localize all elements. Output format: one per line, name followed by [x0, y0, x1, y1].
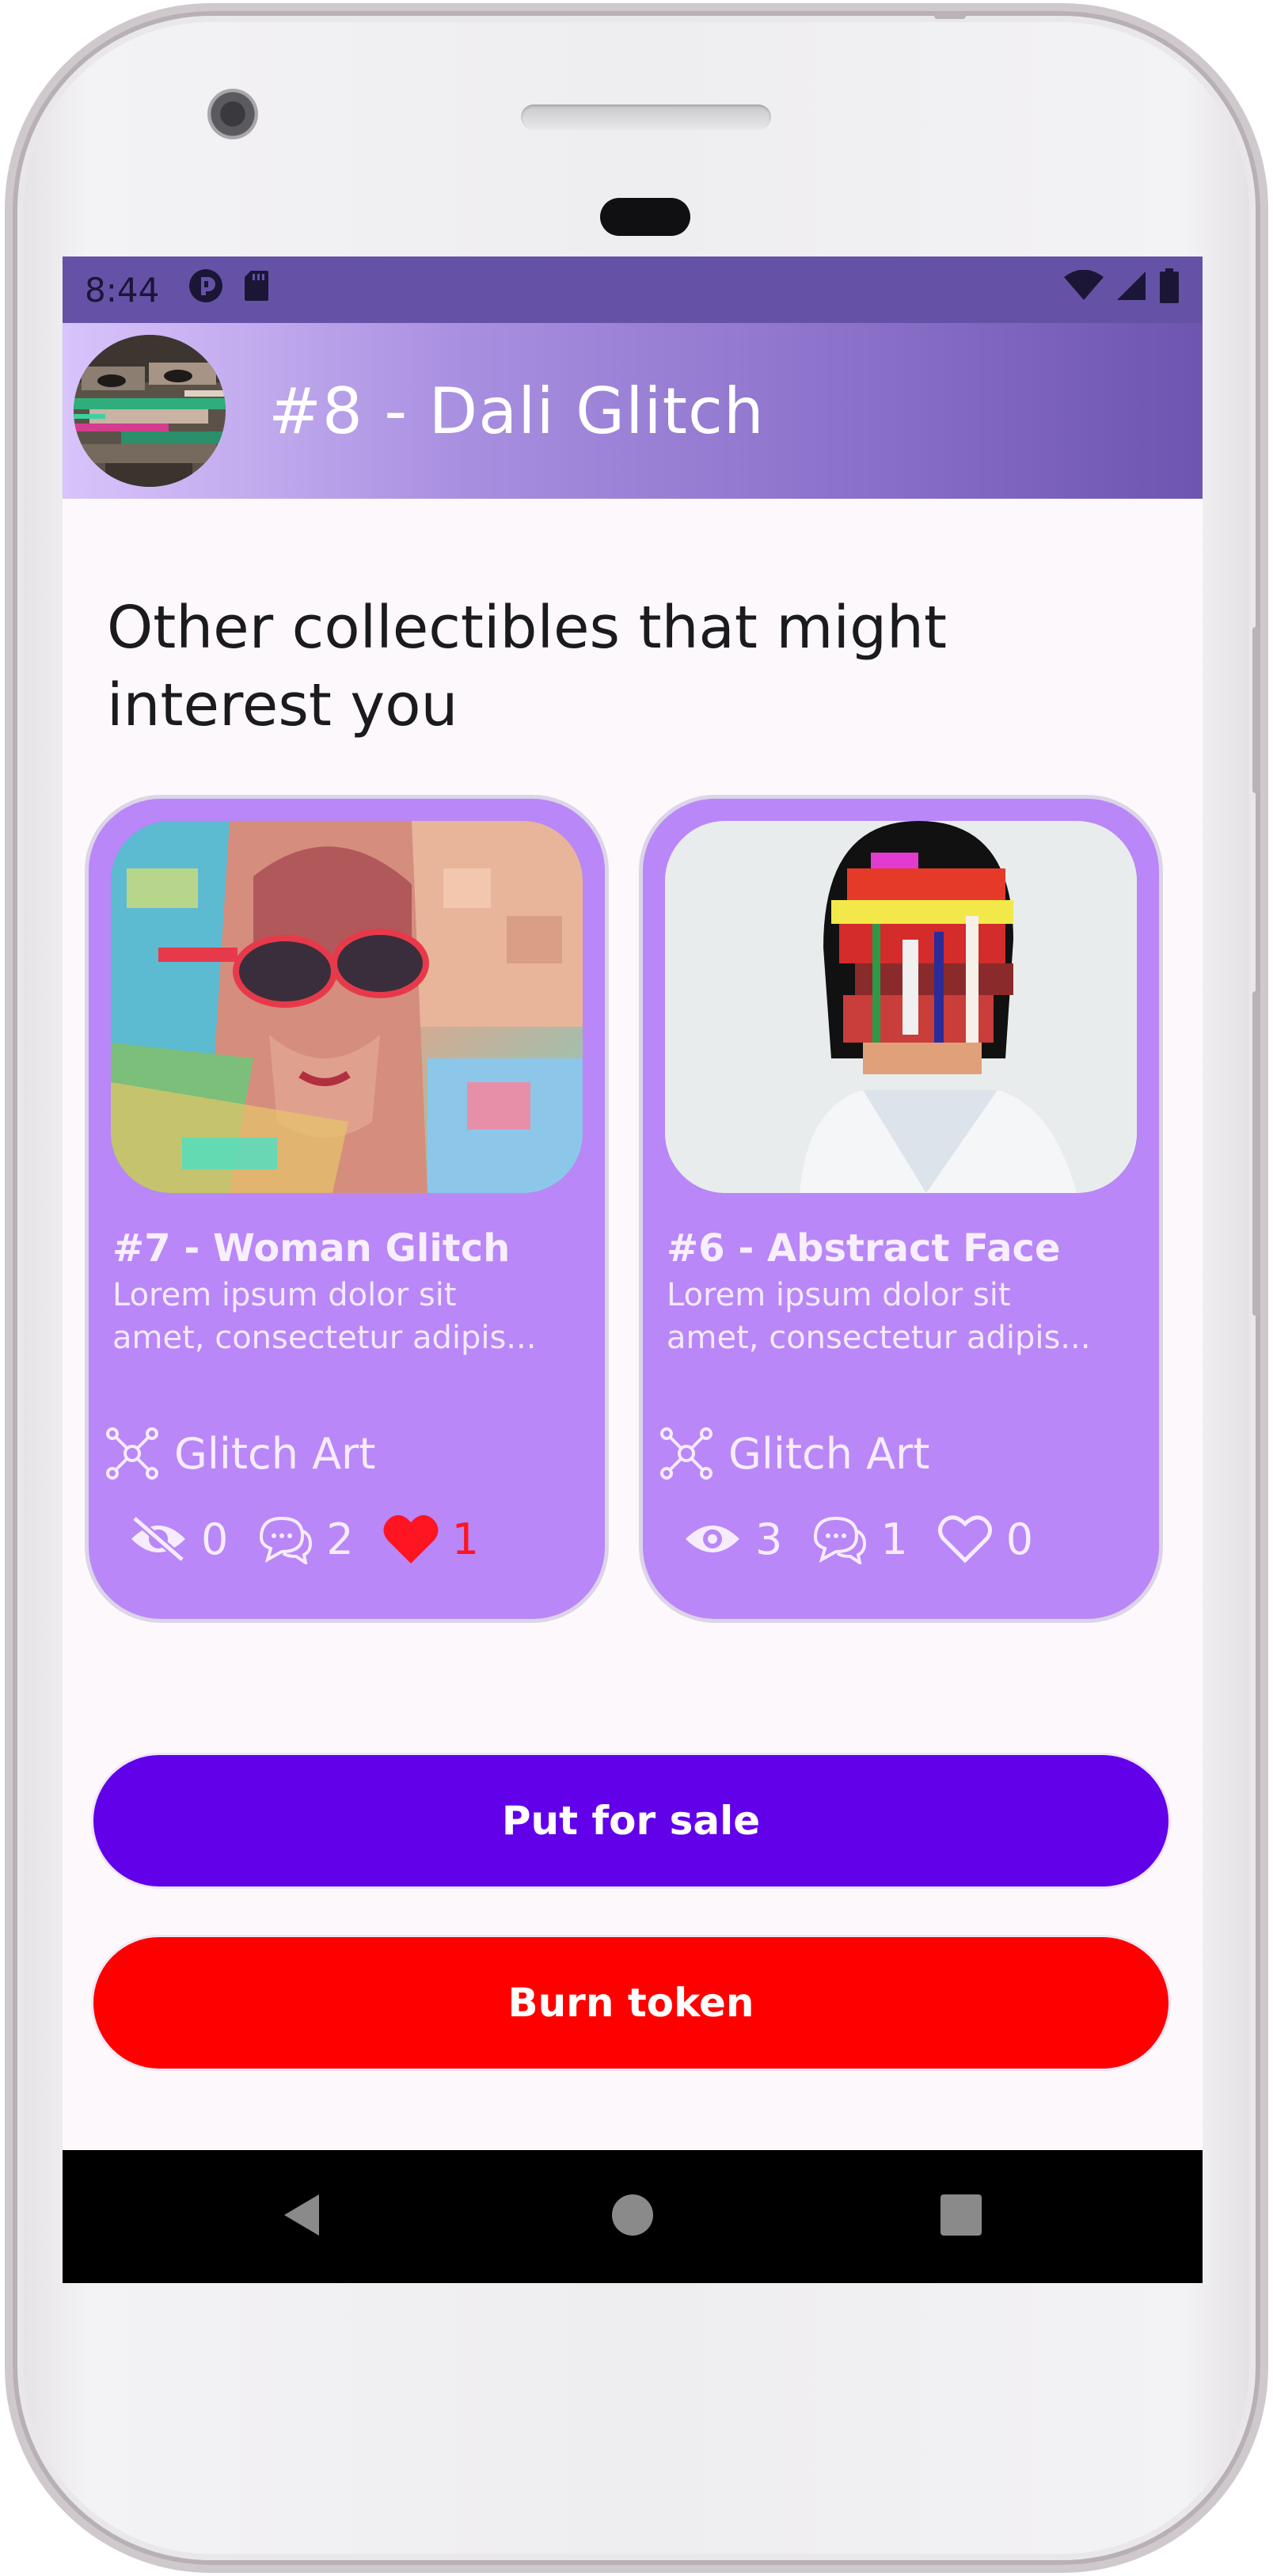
- comments-count: 1: [880, 1514, 908, 1564]
- network-nodes-icon: [660, 1427, 712, 1480]
- card-category-label: Glitch Art: [728, 1428, 930, 1479]
- views-count: 3: [755, 1514, 783, 1564]
- likes-count: 1: [451, 1514, 480, 1564]
- card-description-line: amet, consectetur adipis...: [667, 1320, 1091, 1356]
- woman-glitch-image: [111, 821, 583, 1193]
- card-category: Glitch Art: [659, 1426, 929, 1481]
- earpiece-speaker: [521, 104, 771, 130]
- recents-icon[interactable]: [939, 2193, 983, 2240]
- volume-button: [1252, 991, 1260, 1316]
- card-category: Glitch Art: [104, 1426, 375, 1481]
- cell-signal-icon: [1115, 270, 1147, 310]
- heart-filled-icon: [383, 1514, 439, 1563]
- card-title: #7 - Woman Glitch: [112, 1226, 511, 1271]
- likes-stat[interactable]: 0: [937, 1513, 1033, 1565]
- views-count: 0: [201, 1514, 229, 1564]
- views-stat: 3: [682, 1514, 782, 1564]
- navigation-bar: [63, 2150, 1203, 2283]
- abstract-face-image: [665, 821, 1137, 1193]
- card-stats: 0 2 1: [128, 1513, 507, 1565]
- comments-icon: [814, 1516, 867, 1564]
- eye-icon: [686, 1525, 739, 1552]
- card-description-line: amet, consectetur adipis...: [112, 1320, 537, 1356]
- front-camera: [207, 89, 258, 139]
- card-stats: 3 1 0: [682, 1513, 1062, 1565]
- app-bar: #8 - Dali Glitch: [63, 323, 1203, 499]
- wifi-icon: [1063, 269, 1104, 310]
- collectible-card[interactable]: #6 - Abstract Face Lorem ipsum dolor sit…: [639, 795, 1163, 1623]
- status-bar: 8:44: [63, 256, 1203, 323]
- comments-count: 2: [326, 1514, 354, 1564]
- comments-stat[interactable]: 2: [256, 1514, 354, 1564]
- dali-glitch-avatar[interactable]: [74, 335, 226, 487]
- home-icon[interactable]: [610, 2193, 655, 2240]
- card-description-line: Lorem ipsum dolor sit: [112, 1277, 457, 1313]
- collectible-card[interactable]: #7 - Woman Glitch Lorem ipsum dolor sit …: [85, 795, 609, 1623]
- app-notification-icon: [188, 268, 224, 312]
- battery-icon: [1158, 268, 1180, 311]
- page-title: #8 - Dali Glitch: [268, 374, 765, 448]
- card-description-line: Lorem ipsum dolor sit: [667, 1277, 1011, 1313]
- eye-off-icon: [131, 1515, 185, 1563]
- likes-stat[interactable]: 1: [382, 1513, 479, 1565]
- sd-card-icon: [243, 269, 270, 310]
- power-button: [1252, 627, 1260, 793]
- card-category-label: Glitch Art: [174, 1428, 376, 1479]
- section-heading: Other collectibles that might interest y…: [107, 594, 947, 739]
- comments-stat[interactable]: 1: [811, 1514, 908, 1564]
- status-time: 8:44: [85, 270, 160, 310]
- burn-token-button[interactable]: Burn token: [91, 1935, 1171, 2071]
- views-stat: 0: [128, 1514, 228, 1564]
- card-description: Lorem ipsum dolor sit amet, consectetur …: [667, 1274, 1142, 1359]
- phone-screen: 8:44 #8 - Dali Glitch Other collectibles…: [63, 256, 1203, 2283]
- heart-outline-icon: [937, 1515, 992, 1563]
- comments-icon: [260, 1516, 313, 1564]
- network-nodes-icon: [106, 1427, 158, 1480]
- proximity-sensor: [600, 198, 690, 236]
- likes-count: 0: [1005, 1514, 1034, 1564]
- card-description: Lorem ipsum dolor sit amet, consectetur …: [112, 1274, 587, 1359]
- back-icon[interactable]: [281, 2191, 322, 2242]
- phone-top-nub: [934, 11, 966, 19]
- card-title: #6 - Abstract Face: [667, 1226, 1061, 1271]
- put-for-sale-button[interactable]: Put for sale: [91, 1753, 1171, 1889]
